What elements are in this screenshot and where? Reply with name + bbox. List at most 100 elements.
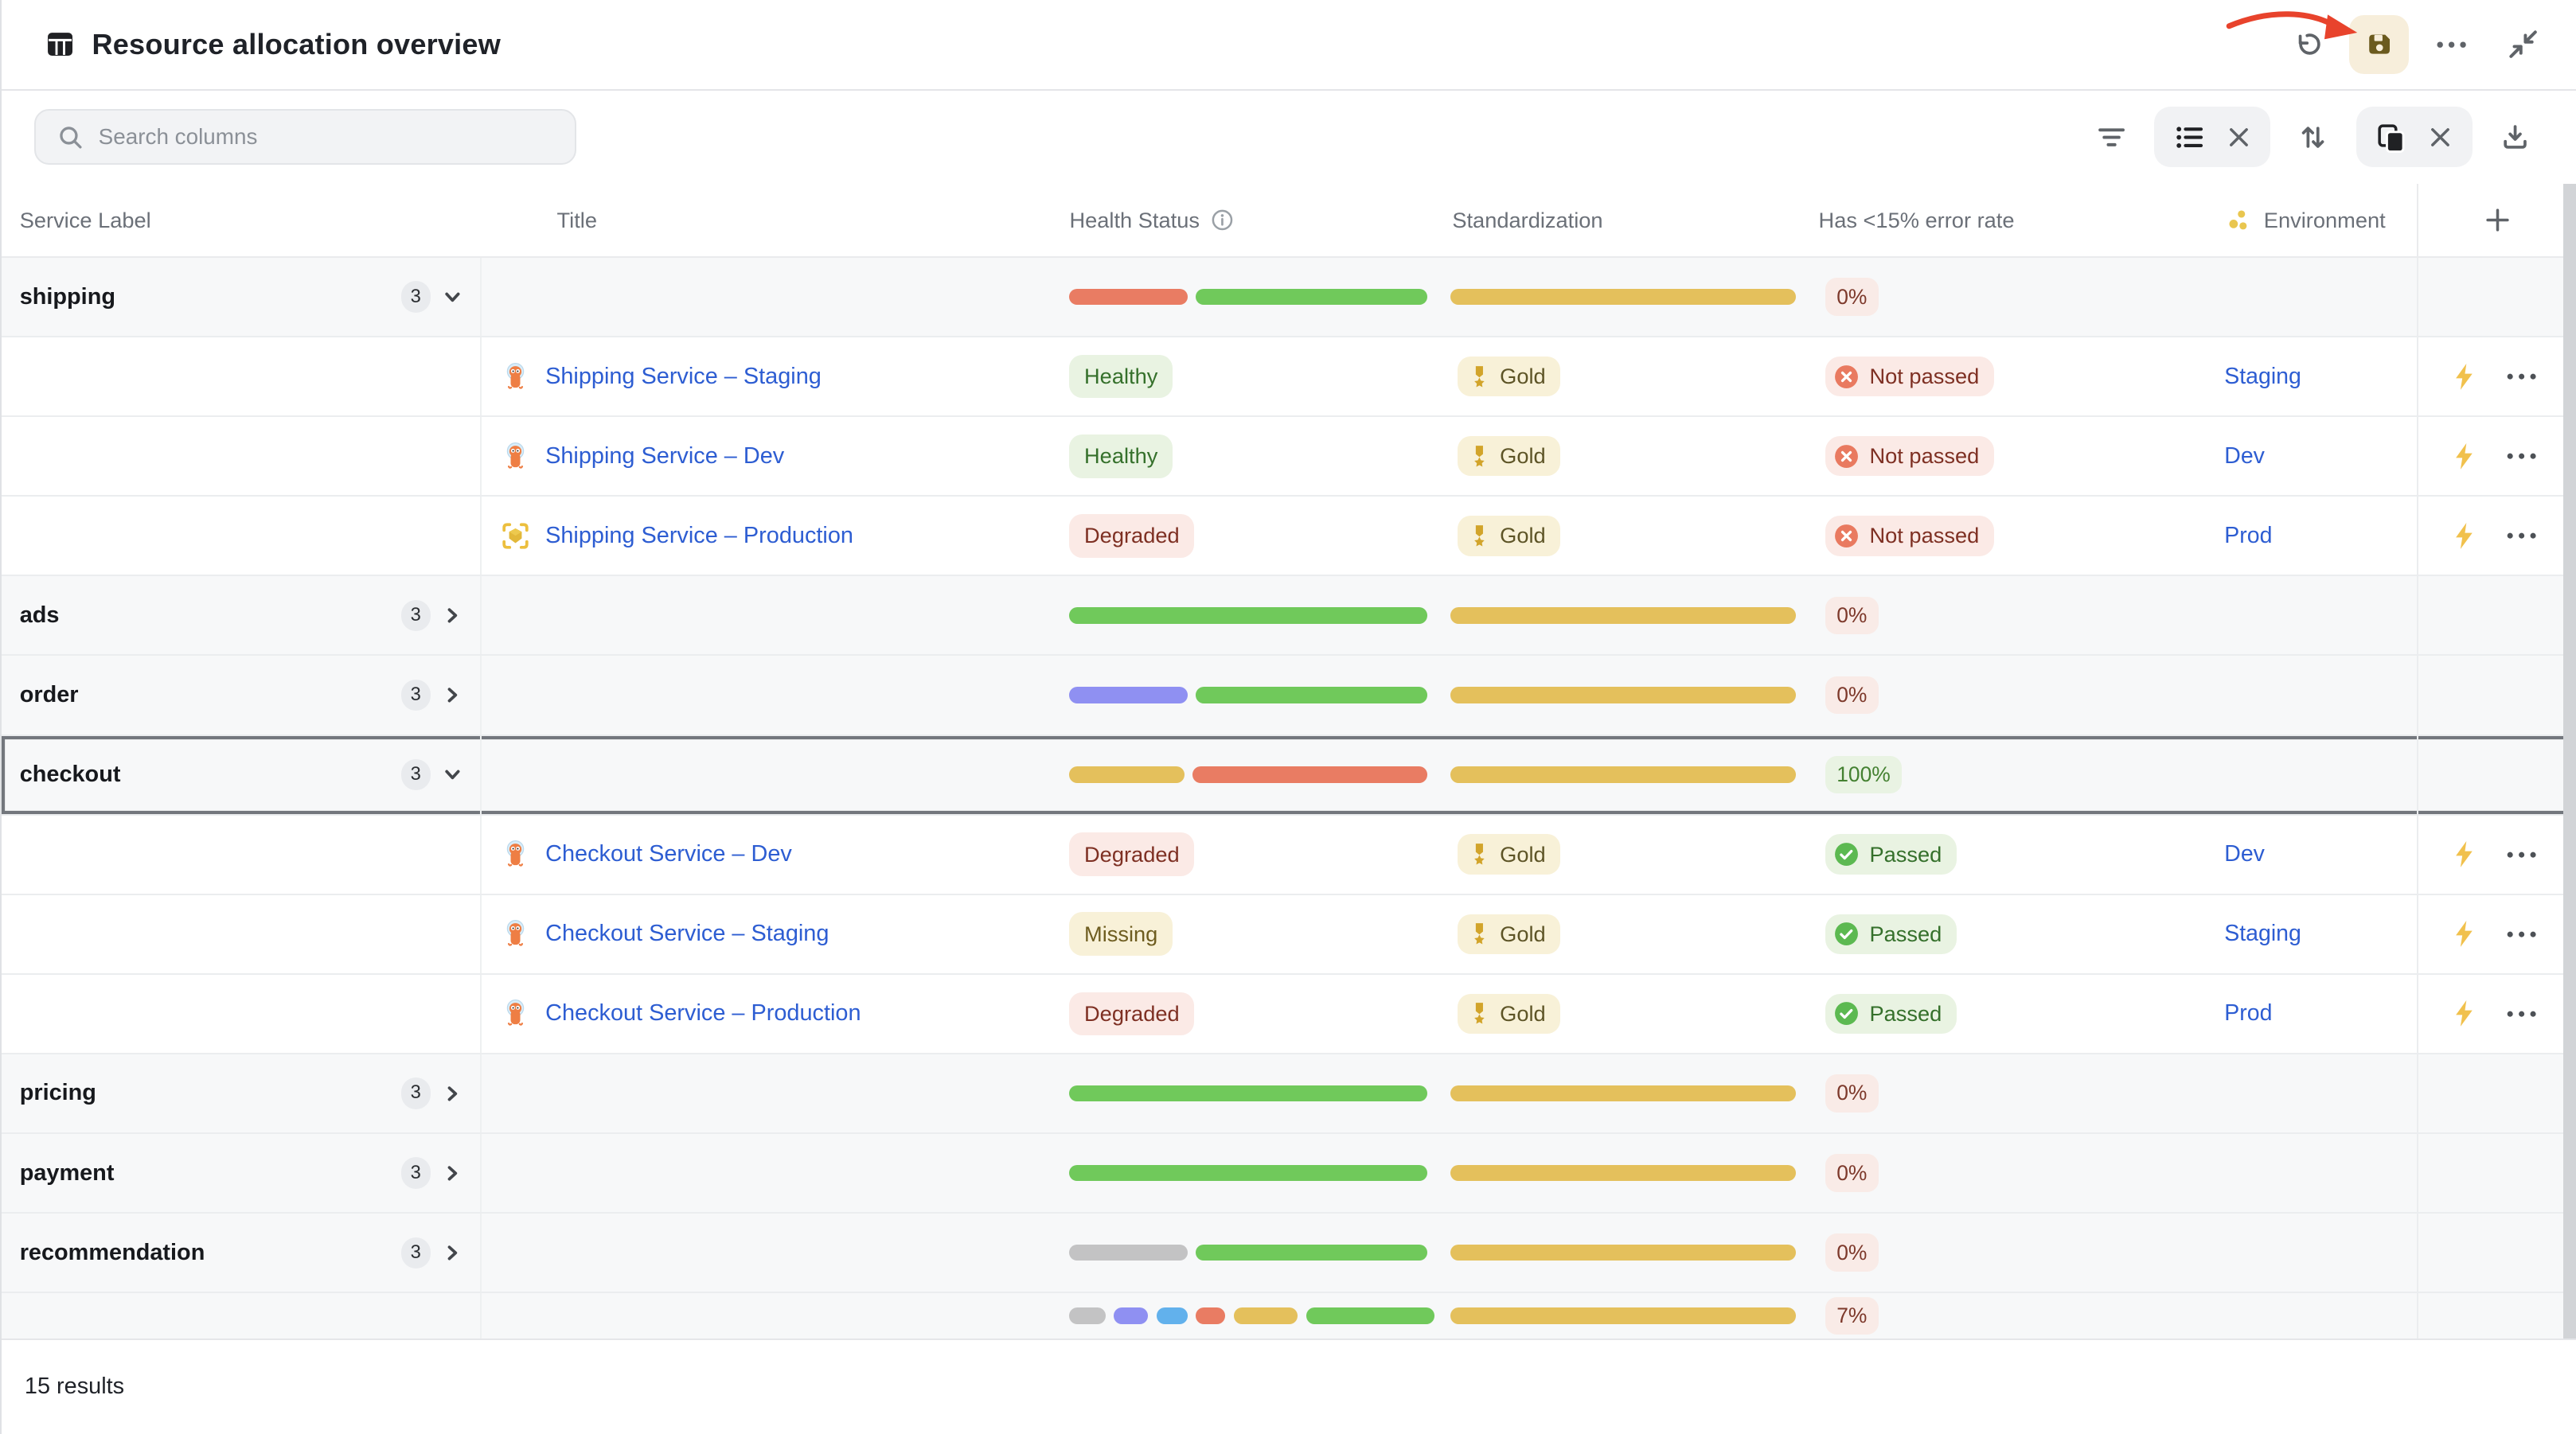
col-error-rate[interactable]: Has <15% error rate (1819, 208, 2015, 233)
service-row[interactable]: Shipping Service – Production Degraded G… (2, 497, 2576, 576)
health-distribution-bar (1069, 687, 1427, 703)
row-menu-button[interactable] (2505, 531, 2538, 540)
clear-stacking-button[interactable] (2428, 125, 2453, 150)
titlebar: Resource allocation overview (2, 0, 2576, 91)
row-menu-button[interactable] (2505, 372, 2538, 381)
error-check-badge: Passed (1825, 834, 1957, 875)
environment-link[interactable]: Staging (2224, 921, 2301, 947)
chevron-right-icon[interactable] (442, 605, 463, 626)
group-count-badge: 3 (401, 759, 431, 790)
group-row[interactable]: order 3 0% (2, 656, 2576, 735)
list-view-button[interactable] (2174, 122, 2205, 153)
chevron-right-icon[interactable] (442, 1083, 463, 1105)
group-row[interactable]: shipping 3 0% (2, 258, 2576, 337)
row-menu-button[interactable] (2505, 929, 2538, 939)
environment-link[interactable]: Prod (2224, 523, 2272, 549)
service-title-link[interactable]: Shipping Service – Production (545, 523, 853, 549)
lightning-icon[interactable] (2453, 1000, 2476, 1027)
lightning-icon[interactable] (2453, 920, 2476, 948)
row-menu-button[interactable] (2505, 850, 2538, 859)
group-row[interactable]: ads 3 0% (2, 576, 2576, 656)
download-button[interactable] (2496, 118, 2535, 158)
service-title-link[interactable]: Checkout Service – Staging (545, 921, 829, 947)
standardization-badge: Gold (1458, 994, 1561, 1035)
totals-row[interactable]: 7% (2, 1293, 2576, 1339)
group-label: shipping (20, 284, 115, 310)
standardization-badge: Gold (1458, 436, 1561, 477)
row-menu-button[interactable] (2505, 451, 2538, 461)
service-row[interactable]: Checkout Service – Dev Degraded Gold Pas… (2, 816, 2576, 895)
group-row[interactable]: pricing 3 0% (2, 1054, 2576, 1134)
environment-link[interactable]: Dev (2224, 443, 2265, 470)
chevron-down-icon[interactable] (442, 286, 463, 308)
search-columns-input[interactable] (34, 109, 576, 165)
medal-icon (1469, 444, 1490, 469)
service-title-link[interactable]: Checkout Service – Dev (545, 841, 792, 867)
x-circle-icon (1833, 523, 1860, 549)
environment-link[interactable]: Dev (2224, 841, 2265, 867)
group-label: recommendation (20, 1240, 205, 1266)
error-rate-badge: 0% (1825, 278, 1879, 316)
error-check-badge: Not passed (1825, 357, 1994, 397)
undo-button[interactable] (2277, 15, 2336, 74)
environment-link[interactable]: Prod (2224, 1000, 2272, 1027)
service-row[interactable]: Checkout Service – Production Degraded G… (2, 975, 2576, 1054)
service-row[interactable]: Shipping Service – Staging Healthy Gold … (2, 337, 2576, 417)
group-row[interactable]: recommendation 3 0% (2, 1214, 2576, 1293)
error-rate-badge: 100% (1825, 756, 1902, 794)
copy-stack-button[interactable] (2375, 122, 2406, 153)
stacking-chip (2356, 107, 2473, 167)
results-count: 15 results (25, 1374, 124, 1400)
lightning-icon[interactable] (2453, 363, 2476, 391)
group-count-badge: 3 (401, 1237, 431, 1268)
chevron-right-icon[interactable] (442, 684, 463, 706)
col-environment[interactable]: Environment (2264, 208, 2386, 233)
sort-button[interactable] (2293, 118, 2333, 158)
col-standardization[interactable]: Standardization (1452, 208, 1602, 233)
service-row[interactable]: Checkout Service – Staging Missing Gold … (2, 895, 2576, 975)
group-count-badge: 3 (401, 600, 431, 631)
error-check-badge: Passed (1825, 914, 1957, 955)
error-rate-badge: 0% (1825, 1154, 1879, 1192)
group-row[interactable]: checkout 3 100% (2, 736, 2576, 816)
table-header-row: Service Label Title Health Status Standa… (2, 184, 2576, 258)
collapse-button[interactable] (2494, 15, 2553, 74)
health-status-badge: Healthy (1069, 355, 1172, 399)
standardization-badge: Gold (1458, 516, 1561, 556)
octopus-icon (502, 920, 529, 948)
col-title[interactable]: Title (557, 208, 597, 233)
chevron-right-icon[interactable] (442, 1242, 463, 1264)
chevron-down-icon[interactable] (442, 764, 463, 785)
health-distribution-bar (1069, 289, 1427, 306)
group-label: payment (20, 1160, 115, 1187)
chevron-right-icon[interactable] (442, 1163, 463, 1184)
service-row[interactable]: Shipping Service – Dev Healthy Gold Not … (2, 417, 2576, 497)
row-menu-button[interactable] (2505, 1009, 2538, 1019)
search-input[interactable] (99, 124, 559, 150)
clear-grouping-button[interactable] (2227, 125, 2251, 150)
service-title-link[interactable]: Shipping Service – Dev (545, 443, 784, 470)
col-service-label[interactable]: Service Label (20, 208, 151, 233)
lightning-icon[interactable] (2453, 442, 2476, 470)
x-circle-icon (1833, 443, 1860, 470)
group-row[interactable]: payment 3 0% (2, 1134, 2576, 1214)
filter-button[interactable] (2091, 118, 2131, 158)
lightning-icon[interactable] (2453, 522, 2476, 550)
group-count-badge: 3 (401, 281, 431, 312)
standardization-badge: Gold (1458, 357, 1561, 397)
add-column-button[interactable] (2480, 202, 2516, 238)
more-options-button[interactable] (2422, 15, 2480, 74)
group-count-badge: 3 (401, 1077, 431, 1109)
table-body: shipping 3 0% Shipping Service – Staging… (2, 258, 2576, 1339)
col-health-status[interactable]: Health Status (1069, 208, 1200, 233)
info-icon[interactable] (1211, 208, 1234, 232)
environment-link[interactable]: Staging (2224, 364, 2301, 390)
error-rate-badge: 0% (1825, 597, 1879, 635)
service-title-link[interactable]: Checkout Service – Production (545, 1000, 861, 1027)
group-label: pricing (20, 1080, 96, 1106)
vertical-scrollbar[interactable] (2563, 184, 2576, 1339)
save-button[interactable] (2349, 15, 2408, 74)
lightning-icon[interactable] (2453, 840, 2476, 868)
service-title-link[interactable]: Shipping Service – Staging (545, 364, 822, 390)
standardization-bar (1450, 687, 1795, 703)
